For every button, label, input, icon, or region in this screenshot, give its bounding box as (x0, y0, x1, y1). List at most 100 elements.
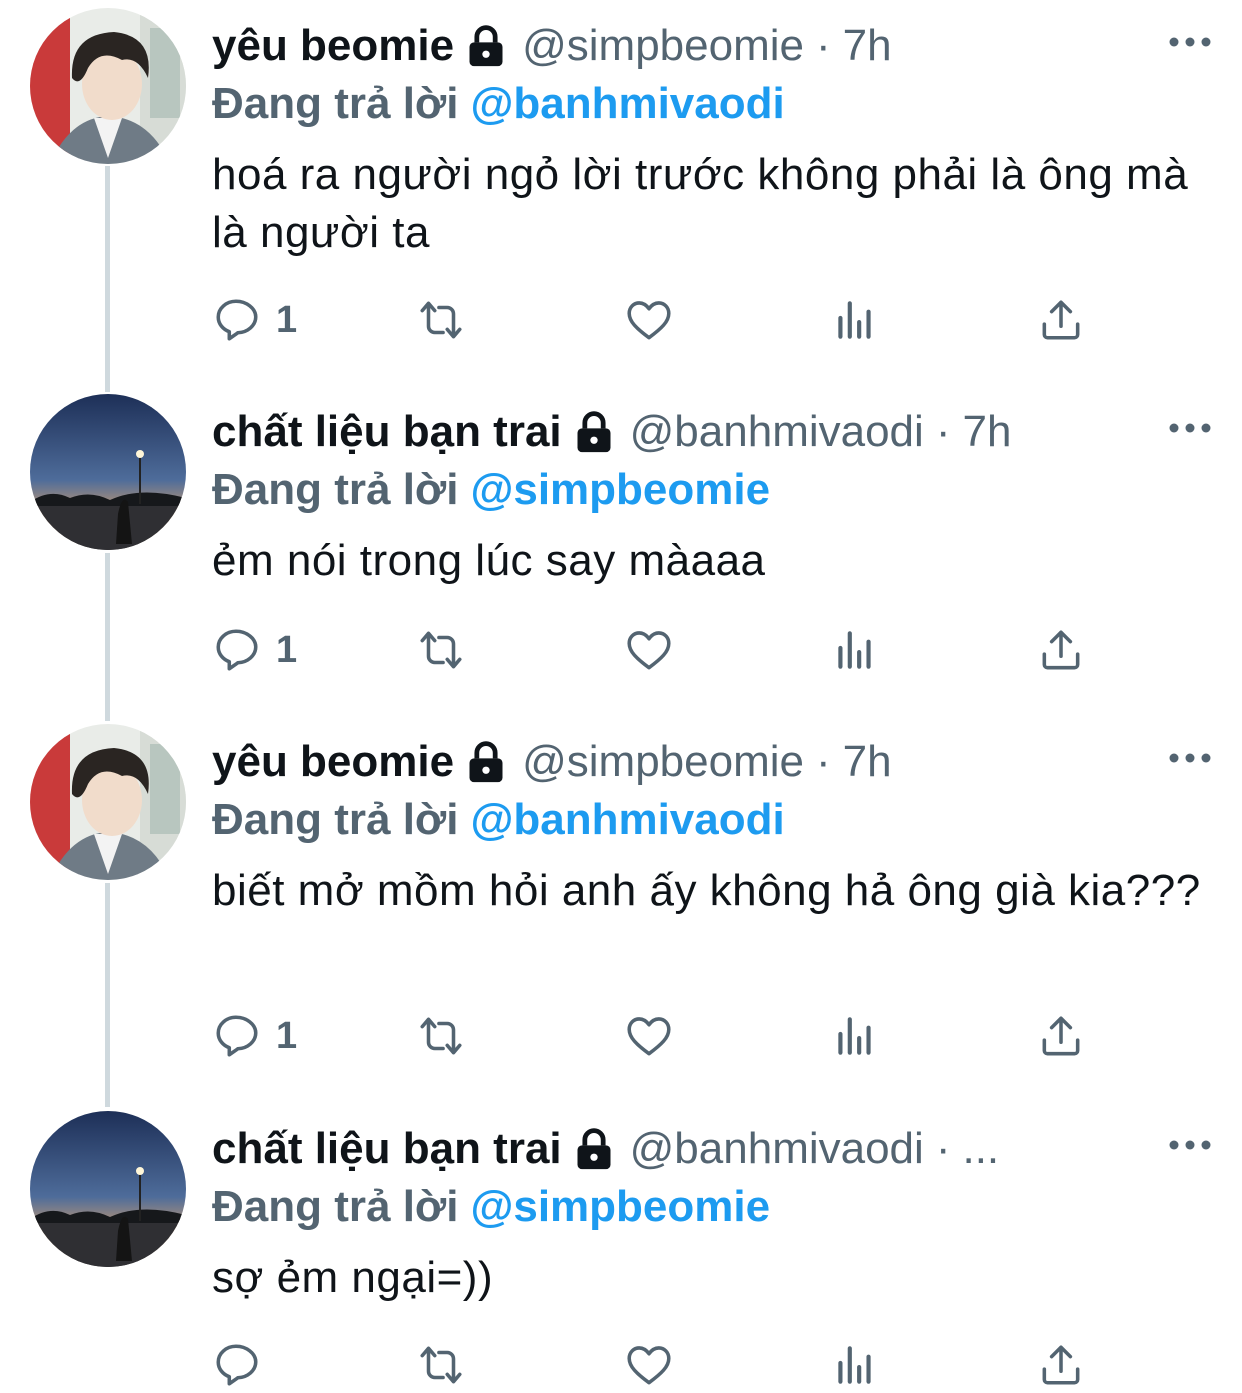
retweet-icon (420, 301, 462, 339)
like-button[interactable] (624, 1337, 674, 1393)
separator-dot: · (815, 21, 831, 70)
reply-count: 1 (276, 1014, 298, 1057)
tweet-text: biết mở mồm hỏi anh ấy không hả ông già … (212, 866, 1201, 915)
replying-to: Đang trả lời @banhmivaodi (212, 74, 785, 134)
more-icon[interactable] (1168, 34, 1212, 50)
replying-label: Đang trả lời (212, 1182, 459, 1231)
reply-button[interactable]: 1 (212, 292, 297, 348)
heart-icon (627, 631, 671, 670)
tweet[interactable]: yêu beomie @simpbeomie · 7h Đang trả lời… (0, 8, 1242, 368)
separator-dot: · (815, 737, 831, 786)
dusk-avatar-image (30, 394, 186, 550)
more-icon[interactable] (1168, 420, 1212, 436)
share-icon (1042, 1345, 1080, 1385)
avatar[interactable] (30, 394, 186, 550)
display-name[interactable]: chất liệu bạn trai (212, 1119, 562, 1179)
tweet-text: ẻm nói trong lúc say màaaa (212, 536, 766, 585)
analytics-icon (838, 631, 871, 669)
lock-icon (577, 411, 611, 453)
analytics-icon (838, 1346, 871, 1384)
lock-icon (469, 25, 503, 67)
share-button[interactable] (1036, 1337, 1086, 1393)
tweet-header: yêu beomie @simpbeomie · 7h (212, 16, 1242, 76)
tweet-header: chất liệu bạn trai @banhmivaodi · ... (212, 1119, 1242, 1179)
reply-button[interactable]: 1 (212, 622, 297, 678)
user-handle[interactable]: @simpbeomie (522, 16, 804, 76)
replying-to: Đang trả lời @simpbeomie (212, 460, 770, 520)
avatar[interactable] (30, 1111, 186, 1267)
tweet-header: chất liệu bạn trai @banhmivaodi · 7h (212, 402, 1242, 462)
more-icon[interactable] (1168, 750, 1212, 766)
timestamp[interactable]: 7h (962, 402, 1011, 462)
share-button[interactable] (1036, 622, 1086, 678)
avatar[interactable] (30, 724, 186, 880)
analytics-button[interactable] (830, 292, 880, 348)
replying-label: Đang trả lời (212, 465, 459, 514)
user-handle[interactable]: @banhmivaodi (630, 1119, 924, 1179)
avatar[interactable] (30, 8, 186, 164)
lock-icon (577, 1128, 611, 1170)
separator-dot: · (935, 1124, 951, 1173)
user-handle[interactable]: @banhmivaodi (630, 402, 924, 462)
replying-label: Đang trả lời (212, 79, 459, 128)
replying-to: Đang trả lời @banhmivaodi (212, 790, 785, 850)
retweet-button[interactable] (416, 1337, 466, 1393)
reply-icon (216, 1015, 258, 1057)
like-button[interactable] (624, 292, 674, 348)
like-button[interactable] (624, 622, 674, 678)
lock-icon (469, 741, 503, 783)
user-handle[interactable]: @simpbeomie (522, 732, 804, 792)
replying-handle-link[interactable]: @banhmivaodi (470, 795, 784, 844)
separator-dot: · (935, 407, 951, 456)
reply-count: 1 (276, 628, 298, 671)
portrait-avatar-image (30, 724, 186, 880)
reply-icon (216, 299, 258, 341)
share-icon (1042, 1016, 1080, 1056)
timestamp[interactable]: 7h (843, 16, 892, 76)
tweet-text: sợ ẻm ngại=)) (212, 1253, 494, 1302)
replying-handle-link[interactable]: @banhmivaodi (470, 79, 784, 128)
action-bar: 1 (212, 1008, 1092, 1064)
display-name[interactable]: chất liệu bạn trai (212, 402, 562, 462)
replying-to: Đang trả lời @simpbeomie (212, 1177, 770, 1237)
analytics-button[interactable] (830, 1337, 880, 1393)
tweet-header: yêu beomie @simpbeomie · 7h (212, 732, 1242, 792)
display-name[interactable]: yêu beomie (212, 16, 454, 76)
share-icon (1042, 630, 1080, 670)
heart-icon (627, 1017, 671, 1056)
analytics-button[interactable] (830, 622, 880, 678)
tweet[interactable]: yêu beomie @simpbeomie · 7h Đang trả lời… (0, 724, 1242, 1094)
reply-button[interactable] (212, 1337, 276, 1393)
tweet-text: hoá ra người ngỏ lời trước không phải là… (212, 150, 1189, 257)
tweet[interactable]: chất liệu bạn trai @banhmivaodi · 7h Đan… (0, 394, 1242, 714)
replying-label: Đang trả lời (212, 795, 459, 844)
more-icon[interactable] (1168, 1137, 1212, 1153)
action-bar: 1 (212, 292, 1092, 348)
retweet-button[interactable] (416, 1008, 466, 1064)
dusk-avatar-image (30, 1111, 186, 1267)
reply-button[interactable]: 1 (212, 1008, 297, 1064)
replying-handle-link[interactable]: @simpbeomie (470, 1182, 770, 1231)
retweet-button[interactable] (416, 622, 466, 678)
reply-icon (216, 629, 258, 671)
heart-icon (627, 1346, 671, 1385)
retweet-icon (420, 1346, 462, 1384)
analytics-button[interactable] (830, 1008, 880, 1064)
action-bar: 1 (212, 622, 1092, 678)
tweet[interactable]: chất liệu bạn trai @banhmivaodi · ... Đa… (0, 1111, 1242, 1393)
portrait-avatar-image (30, 8, 186, 164)
retweet-button[interactable] (416, 292, 466, 348)
heart-icon (627, 301, 671, 340)
retweet-icon (420, 1017, 462, 1055)
share-button[interactable] (1036, 292, 1086, 348)
timestamp[interactable]: 7h (843, 732, 892, 792)
retweet-icon (420, 631, 462, 669)
share-button[interactable] (1036, 1008, 1086, 1064)
reply-count: 1 (276, 298, 298, 341)
display-name[interactable]: yêu beomie (212, 732, 454, 792)
like-button[interactable] (624, 1008, 674, 1064)
analytics-icon (838, 1017, 871, 1055)
timestamp[interactable]: ... (962, 1119, 999, 1179)
share-icon (1042, 300, 1080, 340)
replying-handle-link[interactable]: @simpbeomie (470, 465, 770, 514)
